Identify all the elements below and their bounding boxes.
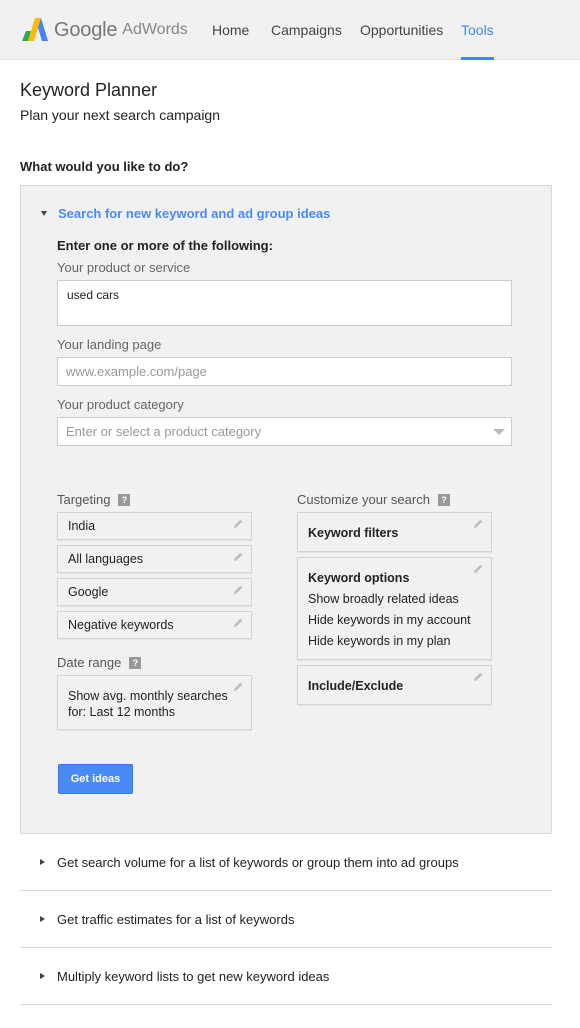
- search-ideas-toggle[interactable]: Search for new keyword and ad group idea…: [41, 206, 330, 221]
- collapse-triangle-icon: [41, 211, 47, 216]
- targeting-location-card[interactable]: India: [57, 512, 252, 540]
- keyword-filters-card[interactable]: Keyword filters: [297, 512, 492, 552]
- keyword-option-line: Hide keywords in my plan: [308, 634, 451, 648]
- option-label: Multiply keyword lists to get new keywor…: [57, 968, 330, 984]
- option-row-search-volume[interactable]: Get search volume for a list of keywords…: [20, 834, 552, 891]
- landing-page-label: Your landing page: [57, 337, 162, 352]
- nav-opportunities[interactable]: Opportunities: [360, 0, 443, 60]
- get-ideas-button[interactable]: Get ideas: [58, 764, 133, 794]
- pencil-icon: [474, 564, 483, 573]
- keyword-options-content: Keyword options Show broadly related ide…: [308, 571, 471, 648]
- pencil-icon: [474, 519, 483, 528]
- nav-tools[interactable]: Tools: [461, 0, 494, 60]
- landing-page-input[interactable]: [57, 357, 512, 386]
- product-category-label: Your product category: [57, 397, 184, 412]
- logo-google-text: Google: [54, 18, 118, 41]
- search-ideas-heading: Search for new keyword and ad group idea…: [58, 206, 331, 221]
- customize-label-text: Customize your search: [297, 492, 430, 507]
- targeting-location: India: [68, 519, 96, 533]
- keyword-option-line: Show broadly related ideas: [308, 592, 459, 606]
- option-label: Get traffic estimates for a list of keyw…: [57, 911, 295, 927]
- enter-label: Enter one or more of the following:: [57, 238, 273, 253]
- date-range-value: Show avg. monthly searches for: Last 12 …: [68, 688, 228, 720]
- pencil-icon: [234, 552, 243, 561]
- product-input[interactable]: used cars: [57, 280, 512, 326]
- product-category-placeholder: Enter or select a product category: [66, 424, 262, 439]
- keyword-options-card[interactable]: Keyword options Show broadly related ide…: [297, 557, 492, 660]
- customize-label: Customize your search ?: [297, 492, 450, 507]
- targeting-negative-keywords-card[interactable]: Negative keywords: [57, 611, 252, 639]
- keyword-options-title: Keyword options: [308, 571, 410, 585]
- date-range-label-text: Date range: [57, 655, 122, 670]
- help-icon[interactable]: ?: [129, 656, 142, 669]
- expand-triangle-icon: [40, 859, 45, 865]
- targeting-label: Targeting ?: [57, 492, 131, 507]
- include-exclude-title: Include/Exclude: [308, 679, 404, 693]
- search-ideas-panel: Search for new keyword and ad group idea…: [20, 185, 552, 834]
- pencil-icon: [234, 585, 243, 594]
- keyword-option-line: Hide keywords in my account: [308, 613, 471, 627]
- chevron-down-icon: [493, 429, 505, 435]
- keyword-filters-title: Keyword filters: [308, 526, 399, 540]
- date-range-line-1: Show avg. monthly searches: [68, 689, 228, 703]
- help-icon[interactable]: ?: [118, 493, 131, 506]
- targeting-network: Google: [68, 585, 109, 599]
- nav-campaigns[interactable]: Campaigns: [271, 0, 342, 60]
- date-range-label: Date range ?: [57, 655, 142, 670]
- targeting-language-card[interactable]: All languages: [57, 545, 252, 573]
- page-subtitle: Plan your next search campaign: [20, 107, 220, 123]
- product-category-select[interactable]: Enter or select a product category: [57, 417, 512, 446]
- targeting-network-card[interactable]: Google: [57, 578, 252, 606]
- page-title: Keyword Planner: [20, 80, 158, 100]
- targeting-label-text: Targeting: [57, 492, 111, 507]
- pencil-icon: [234, 682, 243, 691]
- top-bar: Google AdWords Home Campaigns Opportunit…: [0, 0, 580, 60]
- targeting-negative-keywords: Negative keywords: [68, 618, 174, 632]
- logo-adwords-text: AdWords: [122, 21, 188, 38]
- pencil-icon: [474, 672, 483, 681]
- expand-triangle-icon: [40, 973, 45, 979]
- include-exclude-card[interactable]: Include/Exclude: [297, 665, 492, 705]
- date-range-line-2: for: Last 12 months: [68, 705, 176, 719]
- expand-triangle-icon: [40, 916, 45, 922]
- nav-home[interactable]: Home: [212, 0, 249, 60]
- pencil-icon: [234, 519, 243, 528]
- adwords-logo-icon: [22, 18, 48, 41]
- adwords-logo[interactable]: Google AdWords: [22, 16, 188, 44]
- option-label: Get search volume for a list of keywords…: [57, 854, 459, 870]
- pencil-icon: [234, 618, 243, 627]
- product-label: Your product or service: [57, 260, 191, 275]
- option-row-multiply-keywords[interactable]: Multiply keyword lists to get new keywor…: [20, 948, 552, 1005]
- option-row-traffic-estimates[interactable]: Get traffic estimates for a list of keyw…: [20, 891, 552, 948]
- targeting-language: All languages: [68, 552, 144, 566]
- date-range-card[interactable]: Show avg. monthly searches for: Last 12 …: [57, 675, 252, 730]
- section-question: What would you like to do?: [20, 159, 189, 174]
- help-icon[interactable]: ?: [437, 493, 450, 506]
